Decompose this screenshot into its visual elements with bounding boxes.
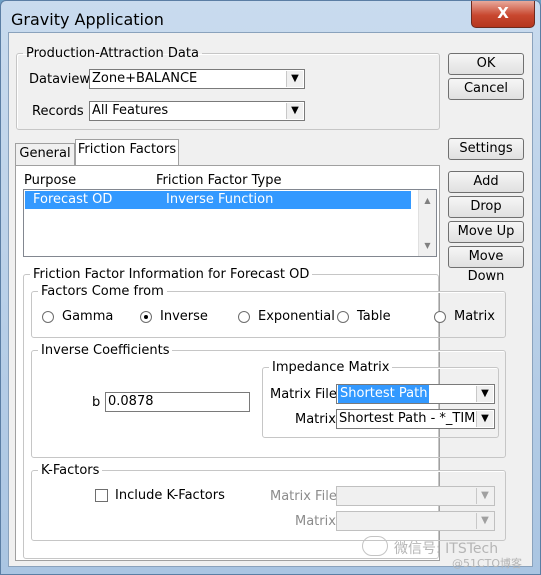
- window-title: Gravity Application: [11, 10, 164, 29]
- impedance-legend: Impedance Matrix: [272, 360, 390, 375]
- radio-inverse-label: Inverse: [160, 309, 208, 324]
- dataview-value: Zone+BALANCE: [92, 71, 198, 86]
- include-kfactors-checkbox[interactable]: [95, 489, 108, 502]
- radio-gamma-label: Gamma: [62, 309, 114, 324]
- radio-inverse[interactable]: [140, 311, 152, 323]
- radio-matrix-label: Matrix: [454, 309, 495, 324]
- records-label: Records: [32, 104, 84, 119]
- radio-table[interactable]: [337, 311, 349, 323]
- k-matrix-file-select[interactable]: ▼: [336, 486, 495, 506]
- prod-attr-legend: Production-Attraction Data: [26, 46, 199, 61]
- scroll-up-icon[interactable]: ▲: [419, 196, 436, 205]
- drop-button[interactable]: Drop: [448, 196, 524, 218]
- k-matrix-label: Matrix: [295, 514, 336, 529]
- records-select[interactable]: All Features ▼: [89, 101, 305, 121]
- matrix-file-label: Matrix File: [270, 387, 337, 402]
- k-matrix-file-label: Matrix File: [270, 489, 337, 504]
- col-purpose-header: Purpose: [24, 173, 77, 188]
- chevron-down-icon[interactable]: ▼: [286, 71, 303, 87]
- chevron-down-icon[interactable]: ▼: [476, 411, 493, 427]
- radio-table-label: Table: [357, 309, 391, 324]
- watermark-text-2: @51CTO博客: [452, 557, 523, 570]
- chevron-down-icon[interactable]: ▼: [476, 513, 493, 529]
- radio-exponential[interactable]: [238, 311, 250, 323]
- b-label: b: [92, 395, 101, 410]
- list-scrollbar[interactable]: ▲ ▼: [418, 190, 436, 256]
- col-type-header: Friction Factor Type: [156, 173, 282, 188]
- factors-legend: Factors Come from: [41, 284, 164, 299]
- matrix-file-value: Shortest Path: [338, 385, 430, 403]
- dataview-label: Dataview: [29, 72, 90, 87]
- radio-matrix[interactable]: [434, 311, 446, 323]
- purpose-list[interactable]: Forecast OD Inverse Function ▲ ▼: [23, 189, 437, 257]
- list-item[interactable]: Forecast OD Inverse Function: [25, 191, 411, 209]
- radio-exponential-label: Exponential: [258, 309, 335, 324]
- purpose-cell: Forecast OD: [33, 192, 113, 207]
- b-value: 0.0878: [108, 394, 154, 409]
- matrix-select[interactable]: Shortest Path - *_TIME ▼: [336, 409, 495, 429]
- dialog-client: Production-Attraction Data Dataview Zone…: [8, 32, 533, 567]
- move-down-button[interactable]: Move Down: [448, 246, 524, 284]
- b-input[interactable]: 0.0878: [105, 392, 250, 412]
- inverse-legend: Inverse Coefficients: [41, 343, 170, 358]
- radio-gamma[interactable]: [42, 311, 54, 323]
- matrix-value: Shortest Path - *_TIME: [339, 411, 475, 426]
- matrix-file-select[interactable]: Shortest Path ▼: [336, 384, 495, 404]
- wechat-icon: [362, 536, 388, 556]
- chevron-down-icon[interactable]: ▼: [476, 386, 493, 402]
- settings-button[interactable]: Settings: [448, 138, 524, 160]
- tab-friction-factors[interactable]: Friction Factors: [75, 139, 179, 166]
- chevron-down-icon[interactable]: ▼: [286, 103, 303, 119]
- records-value: All Features: [92, 103, 169, 118]
- add-button[interactable]: Add: [448, 171, 524, 193]
- close-button[interactable]: X: [471, 1, 535, 28]
- k-matrix-select[interactable]: ▼: [336, 511, 495, 531]
- cancel-button[interactable]: Cancel: [448, 78, 524, 100]
- type-cell: Inverse Function: [166, 192, 274, 207]
- dataview-select[interactable]: Zone+BALANCE ▼: [89, 69, 305, 89]
- kfactors-legend: K-Factors: [41, 463, 100, 478]
- tab-general[interactable]: General: [15, 143, 75, 165]
- scroll-down-icon[interactable]: ▼: [419, 241, 436, 250]
- ok-button[interactable]: OK: [448, 53, 524, 75]
- move-up-button[interactable]: Move Up: [448, 221, 524, 243]
- ff-info-legend: Friction Factor Information for Forecast…: [33, 267, 310, 282]
- matrix-label: Matrix: [295, 412, 336, 427]
- include-kfactors-label: Include K-Factors: [115, 488, 225, 503]
- chevron-down-icon[interactable]: ▼: [476, 488, 493, 504]
